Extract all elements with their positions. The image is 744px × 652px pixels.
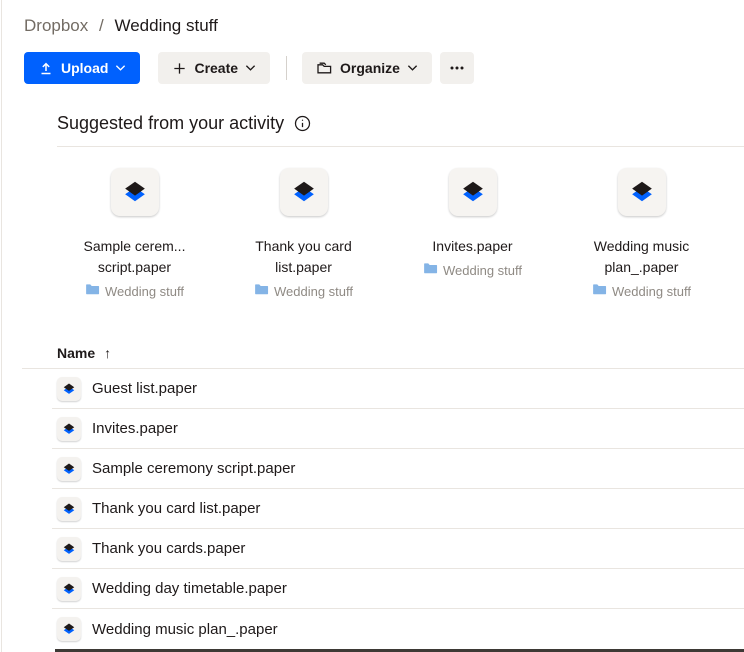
- breadcrumb-separator: /: [99, 16, 104, 35]
- card-location: Wedding stuff: [592, 281, 691, 301]
- chevron-down-icon: [245, 64, 256, 72]
- card-location-label: Wedding stuff: [274, 284, 353, 299]
- column-header-name[interactable]: Name: [57, 345, 95, 361]
- paper-file-icon: [280, 168, 328, 216]
- breadcrumb: Dropbox / Wedding stuff: [24, 0, 744, 35]
- paper-file-icon: [57, 497, 81, 521]
- card-file-name: Sample cerem... script.paper: [84, 236, 186, 278]
- file-name: Thank you cards.paper: [92, 540, 245, 557]
- paper-file-icon: [57, 417, 81, 441]
- info-icon[interactable]: [294, 115, 311, 132]
- more-options-button[interactable]: [440, 52, 474, 84]
- file-row[interactable]: Guest list.paper: [52, 369, 744, 409]
- file-row[interactable]: Thank you card list.paper: [52, 489, 744, 529]
- card-file-name: Wedding music plan_.paper: [594, 236, 689, 278]
- file-name: Sample ceremony script.paper: [92, 460, 295, 477]
- card-location-label: Wedding stuff: [105, 284, 184, 299]
- suggested-card[interactable]: Wedding music plan_.paper Wedding stuff: [557, 168, 726, 301]
- organize-button-label: Organize: [340, 61, 400, 75]
- folder-icon: [85, 281, 100, 301]
- chevron-down-icon: [407, 64, 418, 72]
- card-file-name: Thank you card list.paper: [255, 236, 352, 278]
- file-name: Thank you card list.paper: [92, 500, 260, 517]
- card-location-label: Wedding stuff: [612, 284, 691, 299]
- sort-ascending-icon[interactable]: ↑: [104, 345, 111, 361]
- folder-icon: [423, 260, 438, 280]
- toolbar-divider: [286, 56, 287, 80]
- card-location: Wedding stuff: [423, 260, 522, 280]
- paper-file-icon: [57, 377, 81, 401]
- breadcrumb-current: Wedding stuff: [114, 16, 217, 35]
- card-location: Wedding stuff: [254, 281, 353, 301]
- folder-icon: [254, 281, 269, 301]
- file-row[interactable]: Invites.paper: [52, 409, 744, 449]
- file-name: Wedding day timetable.paper: [92, 580, 287, 597]
- more-options-icon: [450, 61, 464, 75]
- paper-file-icon: [57, 577, 81, 601]
- suggested-card[interactable]: Invites.paper Wedding stuff: [388, 168, 557, 301]
- paper-file-icon: [57, 617, 81, 641]
- breadcrumb-root-link[interactable]: Dropbox: [24, 16, 88, 35]
- upload-button-label: Upload: [61, 61, 108, 75]
- paper-file-icon: [57, 457, 81, 481]
- file-name: Invites.paper: [92, 420, 178, 437]
- file-name: Wedding music plan_.paper: [92, 621, 278, 638]
- file-row[interactable]: Wedding day timetable.paper: [52, 569, 744, 609]
- paper-file-icon: [618, 168, 666, 216]
- plus-icon: [172, 61, 187, 76]
- create-button[interactable]: Create: [158, 52, 270, 84]
- toolbar: Upload Create Organize: [24, 52, 744, 84]
- organize-button[interactable]: Organize: [302, 52, 432, 84]
- section-title: Suggested from your activity: [57, 113, 284, 134]
- upload-button[interactable]: Upload: [24, 52, 140, 84]
- create-button-label: Create: [194, 61, 238, 75]
- card-location-label: Wedding stuff: [443, 263, 522, 278]
- file-name: Guest list.paper: [92, 380, 197, 397]
- paper-file-icon: [57, 537, 81, 561]
- file-row[interactable]: Wedding music plan_.paper: [52, 609, 744, 649]
- card-file-name: Invites.paper: [432, 236, 512, 257]
- file-row[interactable]: Thank you cards.paper: [52, 529, 744, 569]
- folder-icon: [592, 281, 607, 301]
- file-list: Guest list.paper Invites.paper Sample ce…: [52, 369, 744, 649]
- chevron-down-icon: [115, 64, 126, 72]
- section-divider: [57, 146, 744, 147]
- suggested-card[interactable]: Thank you card list.paper Wedding stuff: [219, 168, 388, 301]
- suggested-card[interactable]: Sample cerem... script.paper Wedding stu…: [50, 168, 219, 301]
- paper-file-icon: [111, 168, 159, 216]
- table-header: Name ↑: [57, 344, 744, 362]
- suggested-cards: Sample cerem... script.paper Wedding stu…: [50, 168, 744, 301]
- card-location: Wedding stuff: [85, 281, 184, 301]
- file-row[interactable]: Sample ceremony script.paper: [52, 449, 744, 489]
- upload-icon: [38, 60, 54, 76]
- folder-outline-icon: [316, 60, 333, 76]
- paper-file-icon: [449, 168, 497, 216]
